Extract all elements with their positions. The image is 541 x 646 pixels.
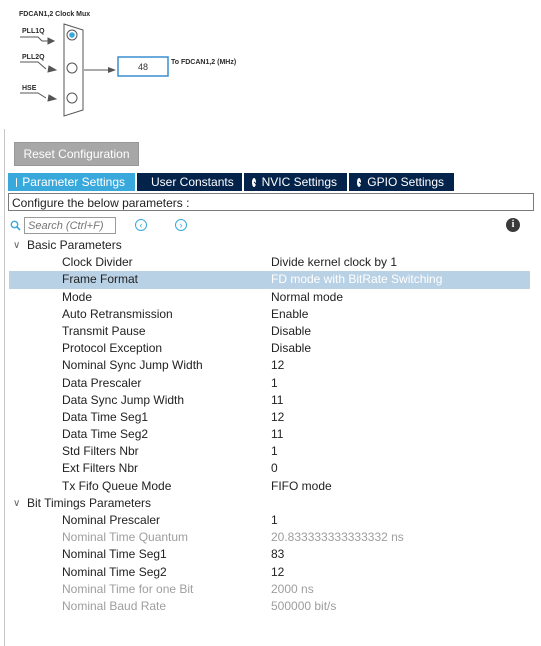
parameter-name: Data Sync Jump Width: [62, 392, 185, 407]
output-frequency-value: 48: [138, 62, 148, 72]
parameter-row[interactable]: Auto Retransmission Enable: [5, 306, 538, 323]
parameter-row[interactable]: Nominal Sync Jump Width 12: [5, 357, 538, 374]
clock-mux-diagram: FDCAN1,2 Clock Mux PLL1Q PLL2Q HSE 48 To…: [19, 11, 236, 117]
search-input[interactable]: [24, 217, 116, 234]
parameter-name: Ext Filters Nbr: [62, 461, 139, 476]
parameter-value[interactable]: 1: [271, 375, 278, 392]
parameter-row[interactable]: Clock Divider Divide kernel clock by 1: [5, 254, 538, 271]
parameter-name: Nominal Time Quantum: [62, 530, 189, 545]
parameter-name: Nominal Time for one Bit: [62, 581, 194, 596]
parameter-row: Nominal Baud Rate 500000 bit/s: [5, 598, 538, 615]
parameter-name: Transmit Pause: [62, 323, 146, 338]
mux-input-label-pll2q: PLL2Q: [22, 54, 45, 61]
parameter-name: Frame Format: [62, 272, 139, 287]
search-previous-icon[interactable]: ‹: [135, 219, 147, 231]
parameter-value[interactable]: 0: [271, 460, 278, 477]
parameter-row[interactable]: Data Sync Jump Width 11: [5, 392, 538, 409]
parameter-row[interactable]: Data Prescaler 1: [5, 375, 538, 392]
parameter-row[interactable]: Tx Fifo Queue Mode FIFO mode: [5, 478, 538, 495]
parameter-value[interactable]: 1: [271, 512, 278, 529]
parameter-value: 20.833333333333332 ns: [271, 530, 404, 545]
parameter-row: Nominal Time Quantum 20.833333333333332 n…: [5, 529, 538, 546]
parameter-name: Nominal Sync Jump Width: [62, 358, 203, 373]
parameter-value[interactable]: 12: [271, 409, 284, 426]
search-next-icon[interactable]: ›: [175, 219, 187, 231]
parameter-name: Data Time Seg2: [62, 427, 149, 442]
mux-radio-pll2q[interactable]: [66, 62, 78, 74]
parameter-name: Nominal Time Seg2: [62, 564, 167, 579]
parameter-tree: ∨ Basic Parameters Clock Divider Divide ker…: [5, 237, 538, 615]
parameter-name: Protocol Exception: [62, 341, 163, 356]
group-header[interactable]: ∨ Basic Parameters: [5, 237, 538, 254]
parameter-name: Std Filters Nbr: [62, 444, 139, 459]
parameter-name: Clock Divider: [62, 255, 133, 270]
parameter-value[interactable]: FD mode with BitRate Switching: [271, 271, 442, 288]
parameter-row[interactable]: Mode Normal mode: [5, 289, 538, 306]
group-header[interactable]: ∨ Bit Timings Parameters: [5, 495, 538, 512]
tab-label: Parameter Settings: [22, 175, 125, 189]
parameter-value: 500000 bit/s: [271, 598, 337, 613]
info-icon[interactable]: i: [506, 218, 520, 232]
parameter-name: Auto Retransmission: [62, 306, 173, 321]
search-toolbar: ‹ › i: [8, 217, 534, 237]
parameter-value[interactable]: Normal mode: [271, 289, 343, 306]
parameter-row[interactable]: Protocol Exception Disable: [5, 340, 538, 357]
chevron-down-icon[interactable]: ∨: [13, 495, 23, 512]
tab-label: NVIC Settings: [261, 175, 337, 189]
parameter-value[interactable]: FIFO mode: [271, 478, 332, 495]
parameter-row: Nominal Time for one Bit 2000 ns: [5, 581, 538, 598]
parameter-value[interactable]: Divide kernel clock by 1: [271, 254, 397, 271]
tab-parameter-settings[interactable]: Parameter Settings: [8, 173, 135, 191]
parameter-value[interactable]: Disable: [271, 323, 311, 340]
parameter-row[interactable]: Data Time Seg2 11: [5, 426, 538, 443]
parameter-value[interactable]: 83: [271, 546, 284, 563]
parameter-value: 2000 ns: [271, 581, 314, 596]
mux-radio-hse[interactable]: [66, 92, 78, 104]
parameter-row[interactable]: Transmit Pause Disable: [5, 323, 538, 340]
tab-nvic-settings[interactable]: NVIC Settings: [244, 173, 347, 191]
tab-label: User Constants: [151, 175, 234, 189]
mux-input-label-pll1q: PLL1Q: [22, 28, 45, 35]
mux-input-label-hse: HSE: [22, 85, 37, 92]
parameter-name: Data Time Seg1: [62, 409, 149, 424]
reset-configuration-button[interactable]: Reset Configuration: [14, 142, 139, 166]
tab-bar: Parameter Settings User Constants NVIC S…: [8, 173, 456, 191]
configuration-panel: Reset Configuration Parameter Settings U…: [4, 129, 538, 646]
group-title: Basic Parameters: [27, 238, 122, 252]
parameter-value[interactable]: 1: [271, 443, 278, 460]
configure-instructions: Configure the below parameters :: [8, 193, 534, 211]
parameter-value[interactable]: 12: [271, 564, 284, 581]
mux-output-arrow: [84, 67, 116, 73]
parameter-value[interactable]: Disable: [271, 340, 311, 357]
parameter-row[interactable]: Std Filters Nbr 1: [5, 443, 538, 460]
parameter-row[interactable]: Ext Filters Nbr 0: [5, 460, 538, 477]
parameter-name: Data Prescaler: [62, 375, 142, 390]
tab-label: GPIO Settings: [367, 175, 444, 189]
group-title: Bit Timings Parameters: [27, 495, 152, 510]
parameter-row[interactable]: Data Time Seg1 12: [5, 409, 538, 426]
parameter-row[interactable]: Nominal Prescaler 1: [5, 512, 538, 529]
check-circle-icon: [252, 177, 256, 187]
clock-mux-title: FDCAN1,2 Clock Mux: [19, 11, 90, 18]
parameter-value[interactable]: 12: [271, 357, 284, 374]
output-frequency-label: To FDCAN1,2 (MHz): [171, 59, 236, 66]
tab-user-constants[interactable]: User Constants: [137, 173, 242, 191]
search-icon: [10, 220, 21, 231]
parameter-name: Nominal Baud Rate: [62, 598, 167, 613]
tab-gpio-settings[interactable]: GPIO Settings: [349, 173, 454, 191]
check-circle-icon: [357, 177, 362, 187]
parameter-value[interactable]: 11: [271, 392, 283, 409]
parameter-value[interactable]: 11: [271, 426, 283, 443]
mux-radio-pll1q[interactable]: [66, 29, 78, 41]
parameter-row[interactable]: Nominal Time Seg2 12: [5, 564, 538, 581]
parameter-name: Tx Fifo Queue Mode: [62, 478, 172, 493]
parameter-name: Nominal Prescaler: [62, 513, 161, 527]
chevron-down-icon[interactable]: ∨: [13, 237, 23, 254]
parameter-name: Nominal Time Seg1: [62, 547, 167, 562]
parameter-value[interactable]: Enable: [271, 306, 308, 323]
parameter-row[interactable]: Frame Format FD mode with BitRate Switchi…: [9, 271, 530, 289]
parameter-name: Mode: [62, 289, 93, 304]
parameter-row[interactable]: Nominal Time Seg1 83: [5, 546, 538, 563]
